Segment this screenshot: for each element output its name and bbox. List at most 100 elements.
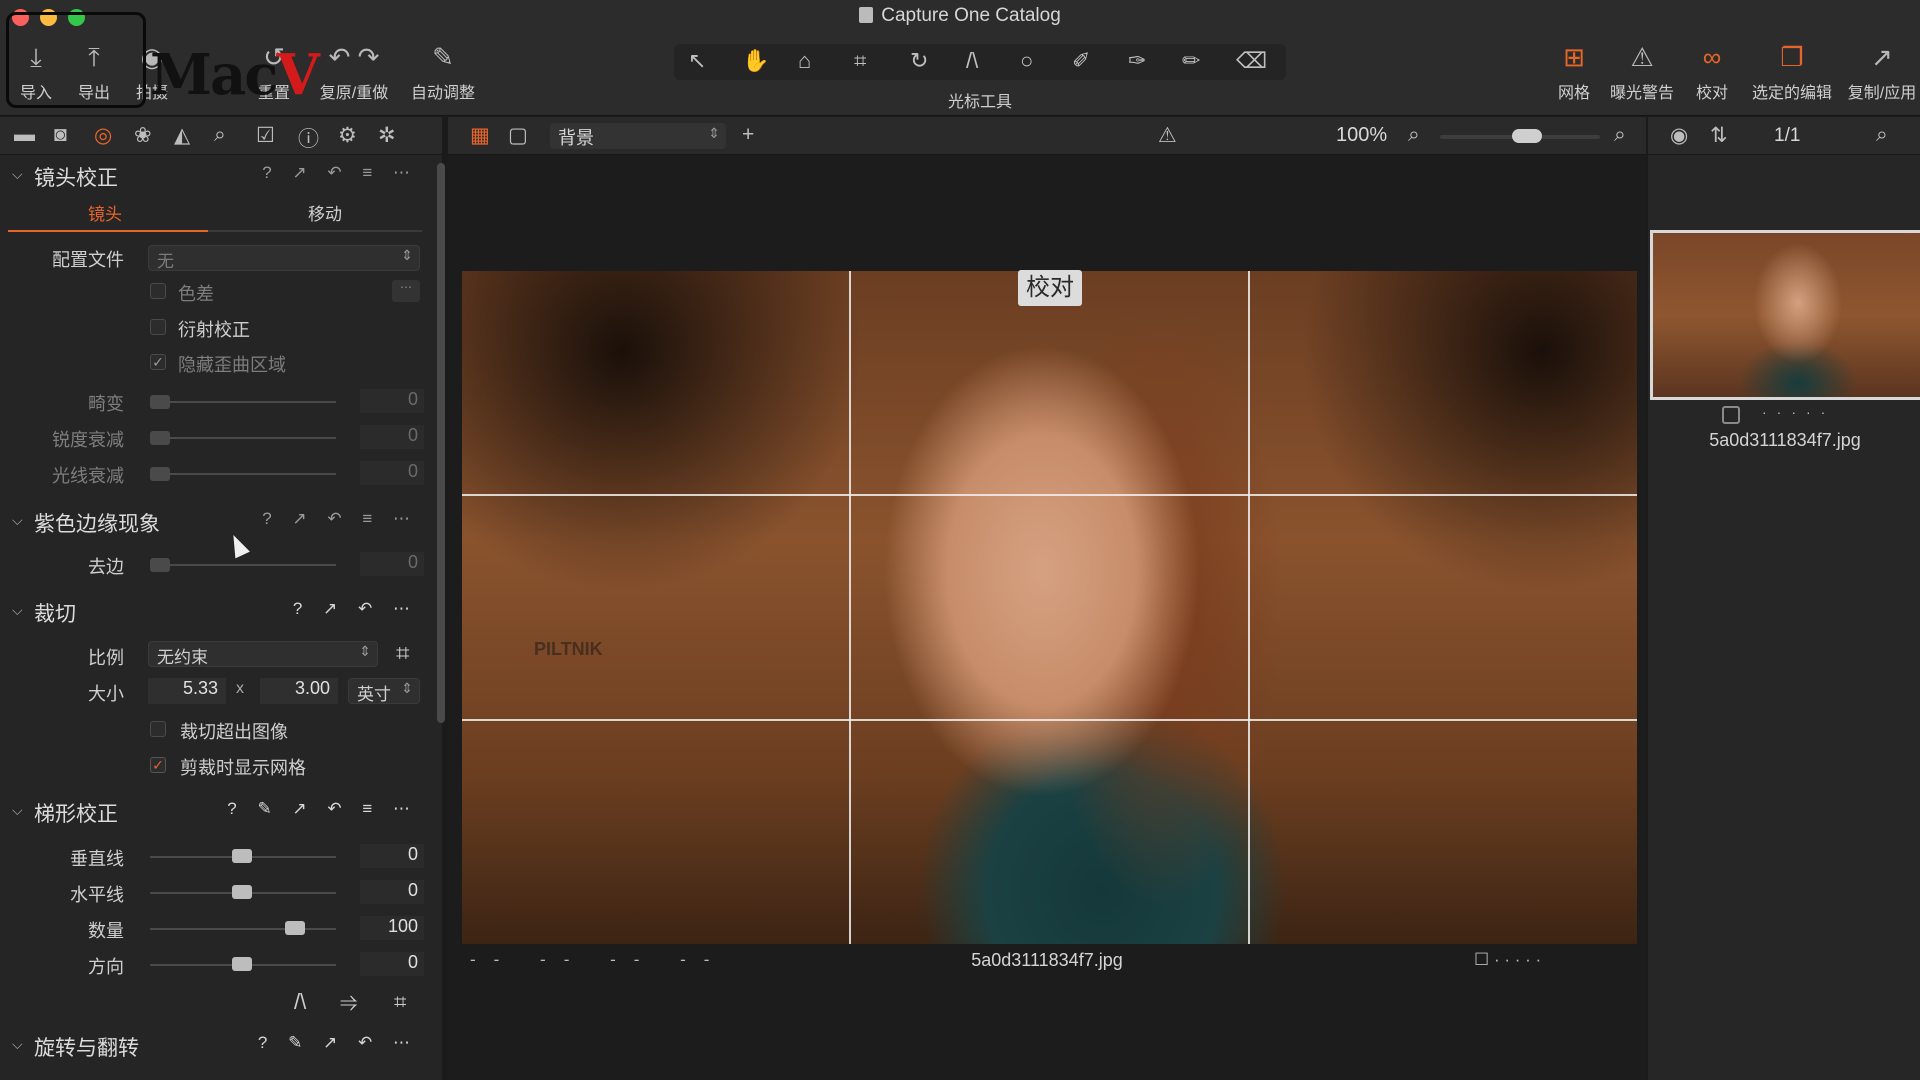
unit-select[interactable]: 英寸 ⇕: [348, 678, 420, 704]
pan-hand-icon[interactable]: ✋: [742, 48, 769, 74]
thumbnail-rating[interactable]: ·····: [1762, 404, 1835, 420]
show-grid-checkbox[interactable]: ✓: [150, 757, 166, 773]
exposure-tab-icon[interactable]: ◭: [174, 123, 190, 148]
grid-button[interactable]: ⊞ 网格: [1548, 40, 1600, 103]
tool-panel-scrollbar[interactable]: [437, 163, 445, 723]
crop-height-field[interactable]: 3.00: [260, 678, 338, 704]
diffraction-checkbox[interactable]: [150, 319, 166, 335]
chevron-down-icon[interactable]: ⌵: [12, 802, 23, 819]
undo-redo-button[interactable]: ↶ ↷ 复原/重做: [314, 40, 394, 103]
metadata-tab-icon[interactable]: ⓘ: [298, 123, 319, 153]
distortion-slider[interactable]: [150, 401, 336, 403]
vertical-value[interactable]: 0: [360, 844, 424, 868]
search-icon[interactable]: ⌕: [1876, 123, 1888, 147]
amount-slider[interactable]: [150, 928, 336, 930]
edit-selected-button[interactable]: ❐ 选定的编辑: [1746, 40, 1838, 103]
thumbnail-select-checkbox[interactable]: [1722, 406, 1740, 424]
defringe-value[interactable]: 0: [360, 552, 424, 576]
horizontal-value[interactable]: 0: [360, 880, 424, 904]
zoom-level[interactable]: 100%: [1336, 124, 1387, 147]
eraser-icon[interactable]: ⌫: [1236, 48, 1267, 74]
light-falloff-value[interactable]: 0: [360, 461, 424, 485]
chevron-down-icon[interactable]: ⌵: [12, 1036, 23, 1053]
batch-tab-icon[interactable]: ✲: [378, 123, 396, 148]
keystone-horizontal-icon[interactable]: ⥤: [340, 989, 358, 1015]
amount-value[interactable]: 100: [360, 916, 424, 940]
lens-tab-icon[interactable]: ◎: [94, 123, 112, 148]
chevron-down-icon[interactable]: ⌵: [12, 602, 23, 619]
viewer-rating[interactable]: ☐ · · · · ·: [1474, 950, 1541, 970]
crop-width-field[interactable]: 5.33: [148, 678, 226, 704]
defringe-knob[interactable]: [150, 558, 170, 572]
warning-icon[interactable]: ⚠: [1158, 123, 1177, 148]
exposure-warning-button[interactable]: ⚠ 曝光警告: [1604, 40, 1680, 103]
section-actions[interactable]: ? ↗ ↶ ≡ ⋯: [262, 163, 418, 183]
horizontal-slider-knob[interactable]: [232, 885, 252, 899]
zoom-out-icon[interactable]: ⌕: [1408, 123, 1420, 147]
keystone-vertical-icon[interactable]: /\: [294, 989, 306, 1015]
profile-select[interactable]: 无 ⇕: [148, 245, 420, 271]
loupe-icon[interactable]: ⌂: [798, 48, 811, 74]
keystone-full-icon[interactable]: ⌗: [394, 989, 406, 1015]
select-icon[interactable]: ↖: [688, 48, 706, 74]
chevron-down-icon[interactable]: ⌵: [12, 166, 23, 183]
background-select[interactable]: 背景 ⇕: [550, 123, 726, 149]
purple-fringing-header[interactable]: ⌵ 紫色边缘现象 ? ↗ ↶ ≡ ⋯: [0, 506, 430, 540]
keystone-header[interactable]: ⌵ 梯形校正 ? ✎ ↗ ↶ ≡ ⋯: [0, 796, 430, 830]
adjustments-tab-icon[interactable]: ☑: [256, 123, 275, 148]
zoom-slider-knob[interactable]: [1512, 129, 1542, 143]
add-icon[interactable]: +: [742, 123, 754, 147]
brush-icon[interactable]: ✐: [1072, 48, 1090, 74]
sharpness-falloff-value[interactable]: 0: [360, 425, 424, 449]
chevron-down-icon[interactable]: ⌵: [12, 512, 23, 529]
light-falloff-knob[interactable]: [150, 467, 170, 481]
sharpness-falloff-slider[interactable]: [150, 437, 336, 439]
chromatic-aberration-more-button[interactable]: ⋯: [392, 280, 420, 302]
chromatic-aberration-checkbox[interactable]: [150, 283, 166, 299]
tab-movement[interactable]: 移动: [308, 200, 342, 225]
amount-slider-knob[interactable]: [285, 921, 305, 935]
main-photo[interactable]: [462, 271, 1637, 944]
proof-button[interactable]: ∞ 校对: [1686, 40, 1738, 103]
crop-icon[interactable]: ⌗: [854, 48, 866, 74]
zoom-in-icon[interactable]: ⌕: [1614, 123, 1626, 147]
defringe-slider[interactable]: [150, 564, 336, 566]
hide-distorted-checkbox[interactable]: ✓: [150, 354, 166, 370]
distortion-value[interactable]: 0: [360, 389, 424, 413]
color-tab-icon[interactable]: ❀: [134, 123, 152, 148]
capture-tab-icon[interactable]: ◙: [54, 123, 67, 147]
library-tab-icon[interactable]: ▬: [14, 123, 35, 147]
crop-header[interactable]: ⌵ 裁切 ? ↗ ↶ ⋯: [0, 596, 430, 630]
single-view-icon[interactable]: ▢: [508, 123, 528, 148]
crop-outside-image-checkbox[interactable]: [150, 721, 166, 737]
sort-icon[interactable]: ⇅: [1710, 123, 1728, 148]
thumbnail[interactable]: [1650, 230, 1920, 400]
rotate-icon[interactable]: ↻: [910, 48, 928, 74]
lens-correction-header[interactable]: ⌵ 镜头校正 ? ↗ ↶ ≡ ⋯: [0, 160, 430, 194]
keystone-icon[interactable]: /\: [966, 48, 978, 74]
gradient-icon[interactable]: ✏: [1182, 48, 1200, 74]
ratio-select[interactable]: 无约束 ⇕: [148, 641, 378, 667]
direction-slider-knob[interactable]: [232, 957, 252, 971]
eye-icon[interactable]: ◉: [1670, 123, 1688, 148]
rotation-flip-header[interactable]: ⌵ 旋转与翻转 ? ✎ ↗ ↶ ⋯: [0, 1030, 430, 1064]
sharpness-falloff-knob[interactable]: [150, 431, 170, 445]
tab-lens[interactable]: 镜头: [88, 200, 122, 225]
viewer-filename: 5a0d3111834f7.jpg: [971, 950, 1123, 970]
section-actions[interactable]: ? ✎ ↗ ↶ ≡ ⋯: [227, 799, 418, 819]
auto-adjust-button[interactable]: ✎ 自动调整: [408, 40, 478, 103]
distortion-slider-knob[interactable]: [150, 395, 170, 409]
direction-value[interactable]: 0: [360, 952, 424, 976]
multi-view-icon[interactable]: ▦: [470, 123, 490, 148]
copy-apply-button[interactable]: ↗ 复制/应用: [1844, 40, 1920, 103]
crop-tool-icon[interactable]: ⌗: [396, 640, 410, 668]
section-actions[interactable]: ? ↗ ↶ ⋯: [293, 599, 418, 619]
light-falloff-slider[interactable]: [150, 473, 336, 475]
spot-removal-icon[interactable]: ○: [1020, 48, 1033, 74]
details-tab-icon[interactable]: ⌕: [214, 123, 226, 147]
vertical-slider-knob[interactable]: [232, 849, 252, 863]
output-tab-icon[interactable]: ⚙: [338, 123, 357, 148]
section-actions[interactable]: ? ✎ ↗ ↶ ⋯: [258, 1033, 418, 1053]
color-picker-icon[interactable]: ✑: [1128, 48, 1146, 74]
section-actions[interactable]: ? ↗ ↶ ≡ ⋯: [262, 509, 418, 529]
